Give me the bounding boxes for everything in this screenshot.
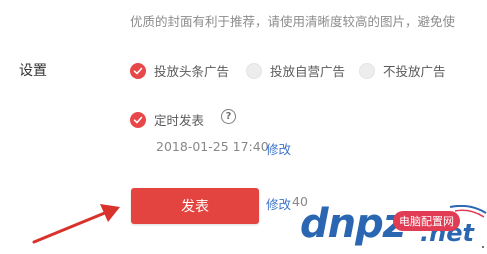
check-icon[interactable] bbox=[130, 62, 146, 79]
radio-unchecked-icon[interactable] bbox=[246, 62, 262, 79]
cover-hint-text: 优质的封面有利于推荐，请使用清晰度较高的图片，避免使 bbox=[130, 14, 456, 29]
ad-option-label: 不投放广告 bbox=[383, 64, 446, 79]
help-icon[interactable]: ? bbox=[221, 109, 236, 124]
radio-unchecked-icon[interactable] bbox=[359, 62, 375, 79]
ad-option-label: 投放自营广告 bbox=[270, 64, 346, 79]
red-arrow-icon bbox=[32, 204, 120, 244]
edit-link[interactable]: 修改 bbox=[266, 194, 291, 213]
edit-datetime-link[interactable]: 修改 bbox=[266, 139, 291, 158]
schedule-datetime: 2018-01-25 17:40 bbox=[156, 139, 269, 154]
ad-option-toutiao[interactable]: 投放头条广告 bbox=[130, 61, 229, 80]
watermark-main: dnpz bbox=[300, 201, 406, 247]
scheduled-publish-label: 定时发表 bbox=[154, 113, 205, 128]
publish-button[interactable]: 发表 bbox=[131, 188, 259, 224]
page: 优质的封面有利于推荐，请使用清晰度较高的图片，避免使 设置 投放头条广告 投放自… bbox=[0, 0, 487, 254]
scheduled-publish-option[interactable]: 定时发表 bbox=[130, 110, 204, 129]
ad-option-none[interactable]: 不投放广告 bbox=[359, 61, 446, 80]
ad-option-self[interactable]: 投放自营广告 bbox=[246, 61, 345, 80]
ad-option-label: 投放头条广告 bbox=[154, 64, 230, 79]
watermark-badge: 电脑配置网 bbox=[393, 211, 460, 231]
settings-label: 设置 bbox=[19, 63, 47, 79]
stray-dot bbox=[482, 246, 484, 248]
check-icon[interactable] bbox=[130, 111, 146, 128]
watermark-logo: dnpz .net 电脑配置网 bbox=[300, 201, 487, 254]
